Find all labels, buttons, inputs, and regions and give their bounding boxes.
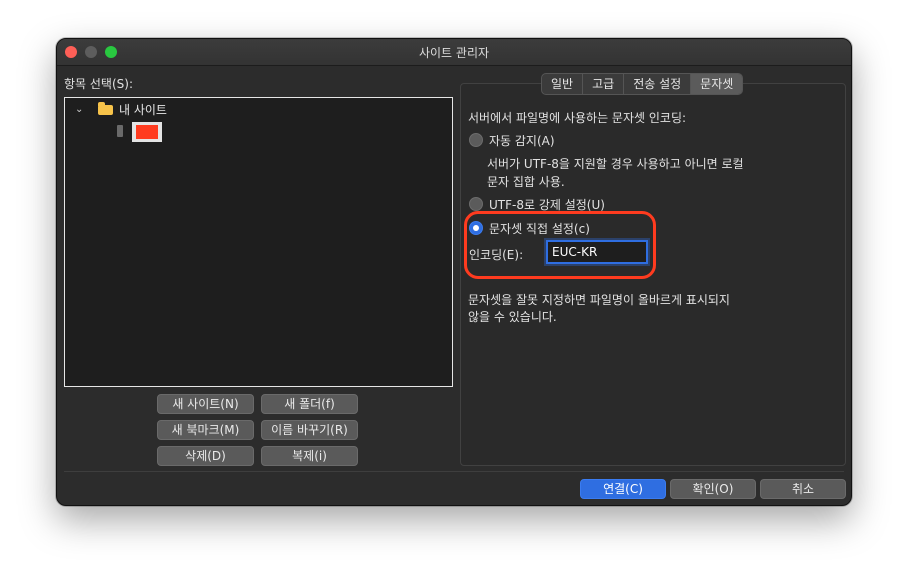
folder-icon	[98, 102, 113, 115]
rename-button[interactable]: 이름 바꾸기(R)	[261, 420, 358, 440]
auto-detect-radio[interactable]	[469, 133, 483, 147]
tab-transfer-settings[interactable]: 전송 설정	[624, 74, 692, 94]
auto-detect-label[interactable]: 자동 감지(A)	[489, 132, 555, 149]
chevron-down-icon[interactable]: ⌄	[75, 104, 83, 115]
tab-advanced[interactable]: 고급	[583, 74, 625, 94]
ok-button[interactable]: 확인(O)	[670, 479, 756, 499]
title-bar: 사이트 관리자	[57, 39, 851, 66]
charset-heading: 서버에서 파일명에 사용하는 문자셋 인코딩:	[468, 111, 687, 125]
new-bookmark-button[interactable]: 새 북마크(M)	[157, 420, 254, 440]
charset-warning-2: 않을 수 있습니다.	[468, 310, 557, 324]
select-entry-label: 항목 선택(S):	[64, 77, 133, 91]
settings-tabs: 일반 고급 전송 설정 문자셋	[541, 73, 744, 95]
tab-charset[interactable]: 문자셋	[691, 74, 743, 94]
charset-warning-1: 문자셋을 잘못 지정하면 파일명이 올바르게 표시되지	[468, 293, 730, 307]
auto-detect-description-2: 문자 집합 사용.	[487, 175, 565, 189]
duplicate-button[interactable]: 복제(i)	[261, 446, 358, 466]
cancel-button[interactable]: 취소	[760, 479, 846, 499]
connect-button[interactable]: 연결(C)	[580, 479, 666, 499]
auto-detect-description-1: 서버가 UTF-8을 지원할 경우 사용하고 아니면 로컬	[487, 157, 744, 171]
redacted-site-name	[136, 125, 158, 139]
annotation-highlight	[464, 211, 656, 279]
server-icon	[117, 125, 123, 137]
site-tree[interactable]: ⌄ 내 사이트	[64, 97, 453, 387]
new-site-button[interactable]: 새 사이트(N)	[157, 394, 254, 414]
tree-item-site[interactable]	[132, 122, 162, 142]
window-title: 사이트 관리자	[418, 46, 490, 60]
new-folder-button[interactable]: 새 폴더(f)	[261, 394, 358, 414]
site-manager-window: 사이트 관리자 항목 선택(S): ⌄ 내 사이트 새 사이트(N) 새 폴더(…	[56, 38, 852, 506]
force-utf8-radio[interactable]	[469, 197, 483, 211]
tree-root-my-sites[interactable]: 내 사이트	[119, 101, 167, 118]
tab-general[interactable]: 일반	[542, 74, 584, 94]
delete-button[interactable]: 삭제(D)	[157, 446, 254, 466]
footer-divider	[64, 471, 844, 472]
